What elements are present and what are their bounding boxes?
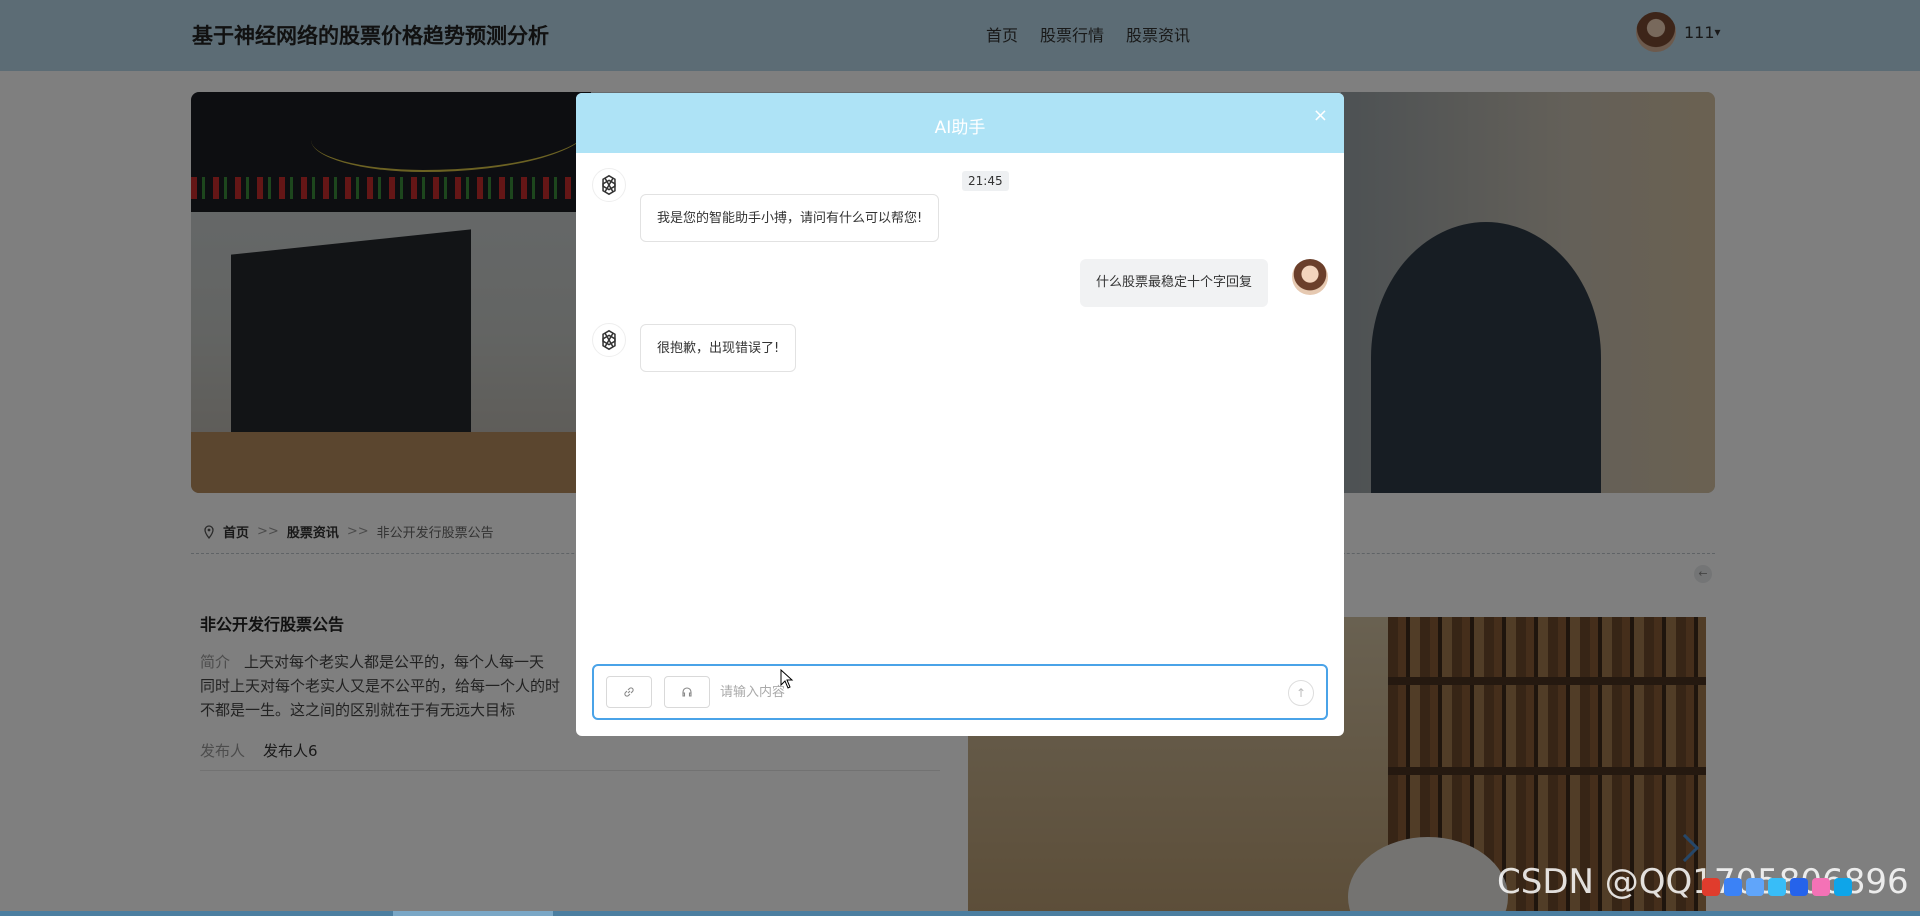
tool-icon[interactable] [1746,878,1764,896]
bottom-bar [0,911,1920,916]
mouse-cursor-icon [780,669,794,689]
arrow-up-icon[interactable]: ↑ [1288,680,1314,706]
close-icon[interactable]: × [1313,105,1328,126]
tool-icon[interactable] [1724,878,1742,896]
message-timestamp: 21:45 [962,171,1009,191]
tool-icon[interactable] [1768,878,1786,896]
openai-logo-icon [592,168,626,202]
tool-icon[interactable] [1834,878,1852,896]
tool-icon[interactable] [1812,878,1830,896]
tool-icon[interactable] [1790,878,1808,896]
sogou-icon[interactable] [1702,878,1720,896]
ai-assistant-dialog: AI助手 × 21:45 我是您的智能助手小搏，请问有什么可以帮您! 什么股票最… [576,93,1344,736]
floating-toolbar [1702,878,1852,896]
chat-input[interactable] [720,680,1260,704]
bottom-bar-segment [393,911,553,916]
headset-icon[interactable] [664,676,710,708]
dialog-header: AI助手 × [576,93,1344,153]
bot-message: 很抱歉，出现错误了! [640,324,797,372]
link-icon[interactable] [606,676,652,708]
user-avatar [1292,259,1328,295]
user-message: 什么股票最稳定十个字回复 [1080,259,1269,307]
dialog-title: AI助手 [934,118,986,138]
chat-input-box[interactable]: ↑ [592,664,1328,720]
bot-message: 我是您的智能助手小搏，请问有什么可以帮您! [640,194,940,242]
openai-logo-icon [592,323,626,357]
